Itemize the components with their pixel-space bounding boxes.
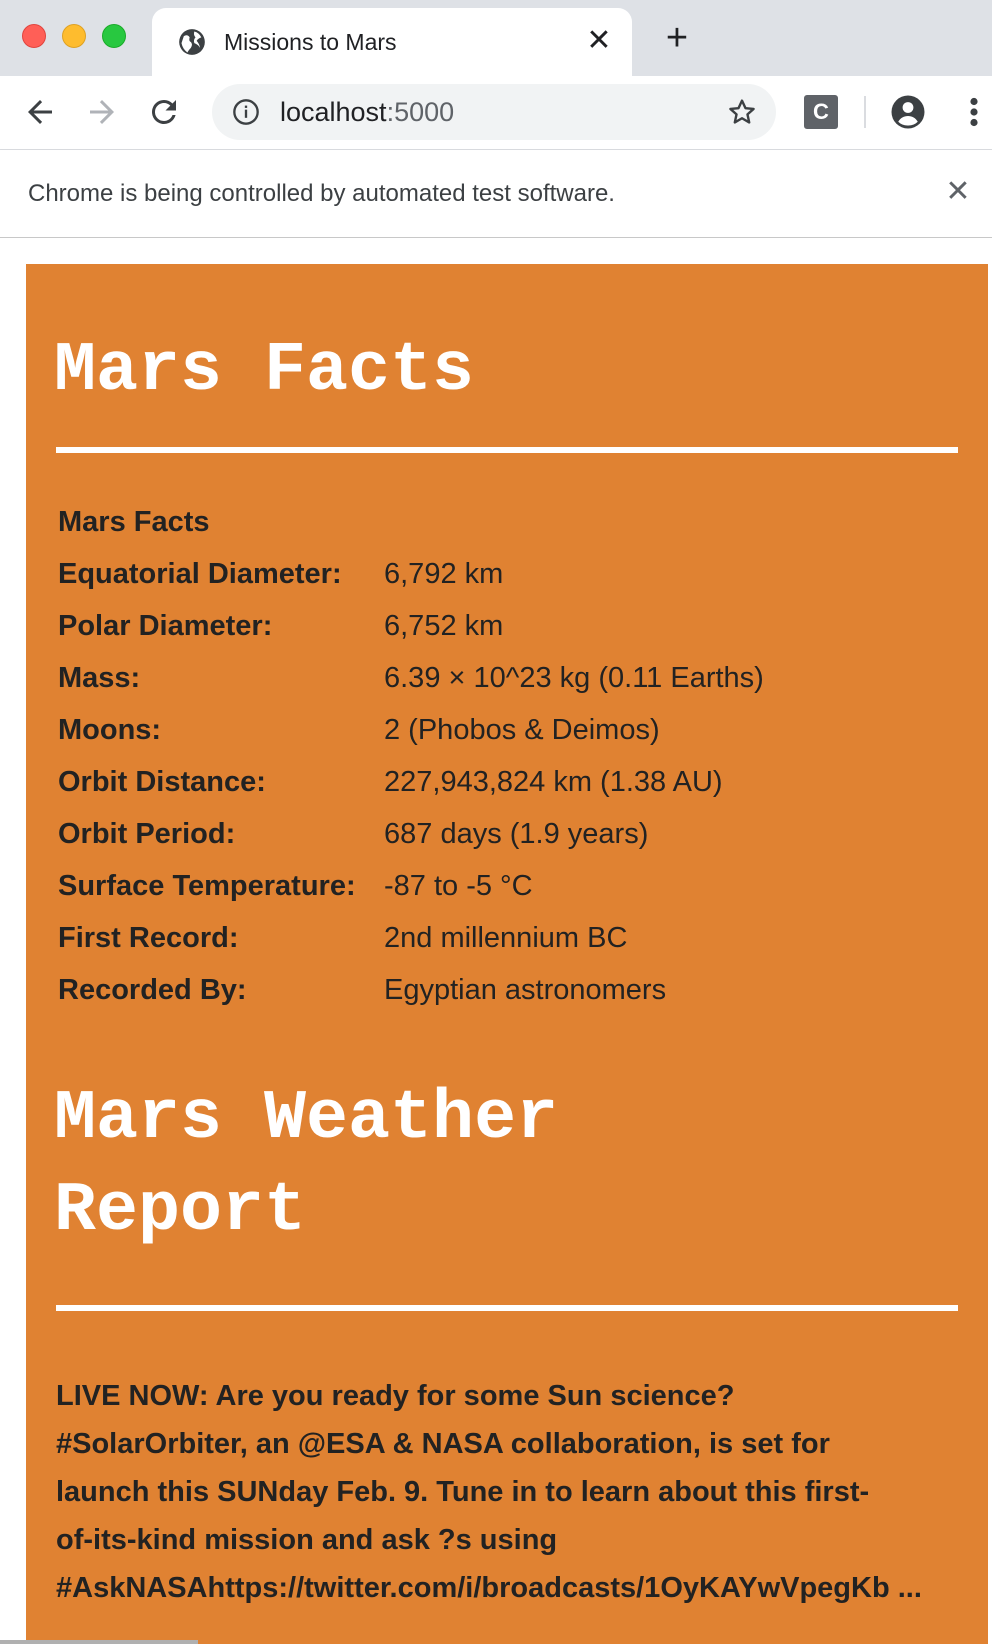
- facts-table-header-row: Mars Facts: [58, 496, 764, 548]
- weather-heading-line1: Mars Weather: [54, 1080, 559, 1159]
- fact-value: 227,943,824 km (1.38 AU): [384, 766, 723, 798]
- facts-divider: [56, 447, 958, 453]
- address-bar[interactable]: localhost:5000: [212, 84, 776, 140]
- fact-label: First Record:: [58, 922, 239, 954]
- weather-line: launch this SUNday Feb. 9. Tune in to le…: [56, 1476, 870, 1508]
- weather-divider: [56, 1305, 958, 1311]
- close-tab-icon[interactable]: ✕: [584, 26, 614, 56]
- table-row: Surface Temperature: -87 to -5 °C: [58, 860, 764, 912]
- automation-infobar: Chrome is being controlled by automated …: [0, 150, 992, 238]
- weather-line: #SolarOrbiter, an @ESA & NASA collaborat…: [56, 1428, 830, 1460]
- fact-value: 687 days (1.9 years): [384, 818, 649, 850]
- fact-label: Surface Temperature:: [58, 870, 356, 902]
- menu-kebab-icon[interactable]: [964, 94, 984, 130]
- fact-label: Polar Diameter:: [58, 610, 273, 642]
- extension-icon[interactable]: C: [804, 95, 838, 129]
- bookmark-star-icon[interactable]: [726, 96, 758, 128]
- facts-heading: Mars Facts: [54, 332, 475, 411]
- fact-value: -87 to -5 °C: [384, 870, 533, 902]
- table-row: First Record: 2nd millennium BC: [58, 912, 764, 964]
- table-row: Equatorial Diameter: 6,792 km: [58, 548, 764, 600]
- tab-title: Missions to Mars: [224, 29, 397, 55]
- browser-tab[interactable]: Missions to Mars ✕: [152, 8, 632, 76]
- profile-icon[interactable]: [890, 94, 926, 130]
- tab-strip: Missions to Mars ✕ +: [0, 0, 992, 76]
- horizontal-scrollbar[interactable]: [0, 1640, 198, 1644]
- infobar-message: Chrome is being controlled by automated …: [28, 180, 615, 207]
- fact-value: 6,752 km: [384, 610, 504, 642]
- table-row: Moons: 2 (Phobos & Deimos): [58, 704, 764, 756]
- weather-heading-line2: Report: [54, 1172, 307, 1251]
- close-window-button[interactable]: [22, 24, 46, 48]
- info-icon[interactable]: [232, 98, 260, 126]
- minimize-window-button[interactable]: [62, 24, 86, 48]
- facts-table: Mars Facts Equatorial Diameter: 6,792 km P…: [58, 496, 764, 1016]
- new-tab-icon[interactable]: +: [660, 19, 694, 57]
- fact-label: Mass:: [58, 662, 141, 694]
- fact-value: Egyptian astronomers: [384, 974, 667, 1006]
- content-panel: Mars Facts Mars Facts Equatorial Diamete…: [26, 264, 988, 1644]
- table-row: Recorded By: Egyptian astronomers: [58, 964, 764, 1016]
- fact-value: 6,792 km: [384, 558, 504, 590]
- reload-icon[interactable]: [146, 94, 182, 130]
- maximize-window-button[interactable]: [102, 24, 126, 48]
- table-row: Polar Diameter: 6,752 km: [58, 600, 764, 652]
- facts-table-body: Equatorial Diameter: 6,792 km Polar Diamet…: [58, 548, 764, 1016]
- weather-line: LIVE NOW: Are you ready for some Sun sci…: [56, 1380, 735, 1412]
- globe-icon: [179, 29, 205, 55]
- page-viewport: Mars Facts Mars Facts Equatorial Diamete…: [0, 238, 992, 1644]
- table-row: Mass: 6.39 × 10^23 kg (0.11 Earths): [58, 652, 764, 704]
- back-arrow-icon[interactable]: [22, 94, 58, 130]
- table-row: Orbit Distance: 227,943,824 km (1.38 AU): [58, 756, 764, 808]
- toolbar-separator: [864, 96, 866, 128]
- infobar-close-icon[interactable]: ✕: [942, 176, 974, 208]
- facts-table-header: Mars Facts: [58, 506, 210, 538]
- weather-tweet: LIVE NOW: Are you ready for some Sun sci…: [56, 1372, 966, 1612]
- weather-line: of-its-kind mission and ask ?s using: [56, 1524, 558, 1556]
- table-row: Orbit Period: 687 days (1.9 years): [58, 808, 764, 860]
- fact-label: Equatorial Diameter:: [58, 558, 342, 590]
- fact-label: Orbit Distance:: [58, 766, 266, 798]
- fact-label: Orbit Period:: [58, 818, 236, 850]
- fact-label: Moons:: [58, 714, 162, 746]
- browser-toolbar: localhost:5000 C: [0, 76, 992, 150]
- weather-line: #AskNASAhttps://twitter.com/i/broadcasts…: [56, 1572, 922, 1604]
- fact-value: 2 (Phobos & Deimos): [384, 714, 660, 746]
- fact-value: 2nd millennium BC: [384, 922, 628, 954]
- fact-value: 6.39 × 10^23 kg (0.11 Earths): [384, 662, 764, 694]
- fact-label: Recorded By:: [58, 974, 247, 1006]
- url-text: localhost:5000: [280, 97, 455, 127]
- forward-arrow-icon[interactable]: [84, 94, 120, 130]
